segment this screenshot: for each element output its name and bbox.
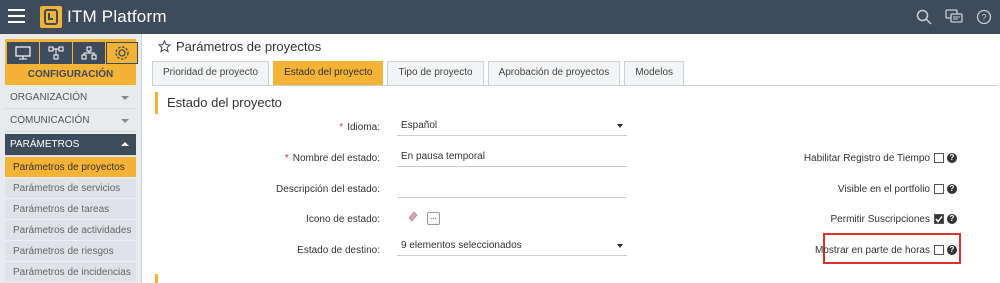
icon-picker-button[interactable]: ... xyxy=(427,212,440,225)
help-icon[interactable]: ? xyxy=(974,7,994,27)
chevron-down-icon xyxy=(617,244,623,248)
sidebar-section-comunicacion[interactable]: COMUNICACIÓN xyxy=(5,110,136,132)
help-icon[interactable]: ? xyxy=(947,214,957,224)
required-marker: * xyxy=(339,122,344,133)
sidebar-item-parametros-actividades[interactable]: Parámetros de actividades xyxy=(5,220,136,241)
sidebar: CONFIGURACIÓN ORGANIZACIÓN COMUNICACIÓN … xyxy=(0,34,142,283)
sidebar-item-parametros-servicios[interactable]: Parámetros de servicios xyxy=(5,178,136,199)
tab-divider xyxy=(152,85,998,86)
tab-bar: Prioridad de proyecto Estado del proyect… xyxy=(152,61,685,85)
chevron-up-icon xyxy=(121,142,129,146)
mostrar-parte-horas-checkbox[interactable] xyxy=(934,245,944,255)
sidebar-section-label: PARÁMETROS xyxy=(10,139,80,150)
sidebar-item-parametros-proyectos[interactable]: Parámetros de proyectos xyxy=(5,157,136,178)
chevron-down-icon xyxy=(617,124,623,128)
svg-text:?: ? xyxy=(981,13,986,23)
icono-estado-label: Icono de estado: xyxy=(306,214,380,225)
hierarchy-icon[interactable] xyxy=(40,42,72,64)
brand-name: ITM Platform xyxy=(67,7,167,26)
top-bar: ITM Platform ? xyxy=(0,0,1000,34)
section-title: Estado del proyecto xyxy=(167,95,282,110)
sidebar-item-parametros-incidencias[interactable]: Parámetros de incidencias xyxy=(5,262,136,283)
tab-tipo-proyecto[interactable]: Tipo de proyecto xyxy=(387,61,484,85)
tab-modelos[interactable]: Modelos xyxy=(624,61,685,85)
descripcion-estado-input[interactable] xyxy=(397,180,627,198)
registro-tiempo-label: Habilitar Registro de Tiempo xyxy=(803,153,930,164)
logo-icon xyxy=(40,6,62,28)
page-title: Parámetros de proyectos xyxy=(176,39,322,54)
menu-icon[interactable] xyxy=(8,9,25,24)
help-icon[interactable]: ? xyxy=(947,245,957,255)
sidebar-item-parametros-riesgos[interactable]: Parámetros de riesgos xyxy=(5,241,136,262)
sidebar-section-organizacion[interactable]: ORGANIZACIÓN xyxy=(5,87,136,109)
star-icon[interactable] xyxy=(158,40,171,53)
section-accent-bar xyxy=(155,92,158,114)
sidebar-item-parametros-tareas[interactable]: Parámetros de tareas xyxy=(5,199,136,220)
visible-portfolio-label: Visible en el portfolio xyxy=(837,184,930,195)
estado-destino-label: Estado de destino: xyxy=(297,245,380,256)
mostrar-parte-horas-label: Mostrar en parte de horas xyxy=(814,245,930,256)
nombre-estado-input[interactable]: En pausa temporal xyxy=(397,149,627,167)
monitor-icon[interactable] xyxy=(7,42,39,64)
estado-destino-select[interactable]: 9 elementos seleccionados xyxy=(397,238,627,256)
permitir-suscripciones-checkbox[interactable] xyxy=(934,214,944,224)
visible-portfolio-checkbox[interactable] xyxy=(934,184,944,194)
idioma-value: Español xyxy=(401,120,438,131)
search-icon[interactable] xyxy=(914,7,934,27)
config-panel: CONFIGURACIÓN xyxy=(5,39,138,85)
registro-tiempo-checkbox[interactable] xyxy=(934,153,944,163)
sidebar-section-label: ORGANIZACIÓN xyxy=(10,92,88,103)
estado-destino-value: 9 elementos seleccionados xyxy=(401,240,522,251)
org-chart-icon[interactable] xyxy=(73,42,105,64)
section-accent-bar xyxy=(155,274,158,283)
checkmark-icon xyxy=(935,216,943,223)
eraser-icon[interactable] xyxy=(407,210,419,222)
permitir-suscripciones-label: Permitir Suscripciones xyxy=(830,214,930,225)
descripcion-estado-label: Descripción del estado: xyxy=(276,184,380,195)
tab-aprobacion-proyectos[interactable]: Aprobación de proyectos xyxy=(487,61,621,85)
sidebar-section-parametros[interactable]: PARÁMETROS xyxy=(5,134,136,156)
chat-icon[interactable] xyxy=(944,7,964,27)
required-marker: * xyxy=(284,153,289,164)
nombre-estado-label: * Nombre del estado: xyxy=(284,153,380,164)
config-label: CONFIGURACIÓN xyxy=(27,69,114,80)
help-icon[interactable]: ? xyxy=(947,184,957,194)
help-icon[interactable]: ? xyxy=(947,153,957,163)
gear-icon[interactable] xyxy=(106,42,138,64)
tab-prioridad-proyecto[interactable]: Prioridad de proyecto xyxy=(152,61,270,85)
tab-estado-proyecto[interactable]: Estado del proyecto xyxy=(273,61,384,85)
chevron-down-icon xyxy=(121,119,129,123)
idioma-label: * Idioma: xyxy=(339,122,380,133)
idioma-select[interactable]: Español xyxy=(397,118,627,136)
chevron-down-icon xyxy=(121,96,129,100)
sidebar-section-label: COMUNICACIÓN xyxy=(10,115,90,126)
